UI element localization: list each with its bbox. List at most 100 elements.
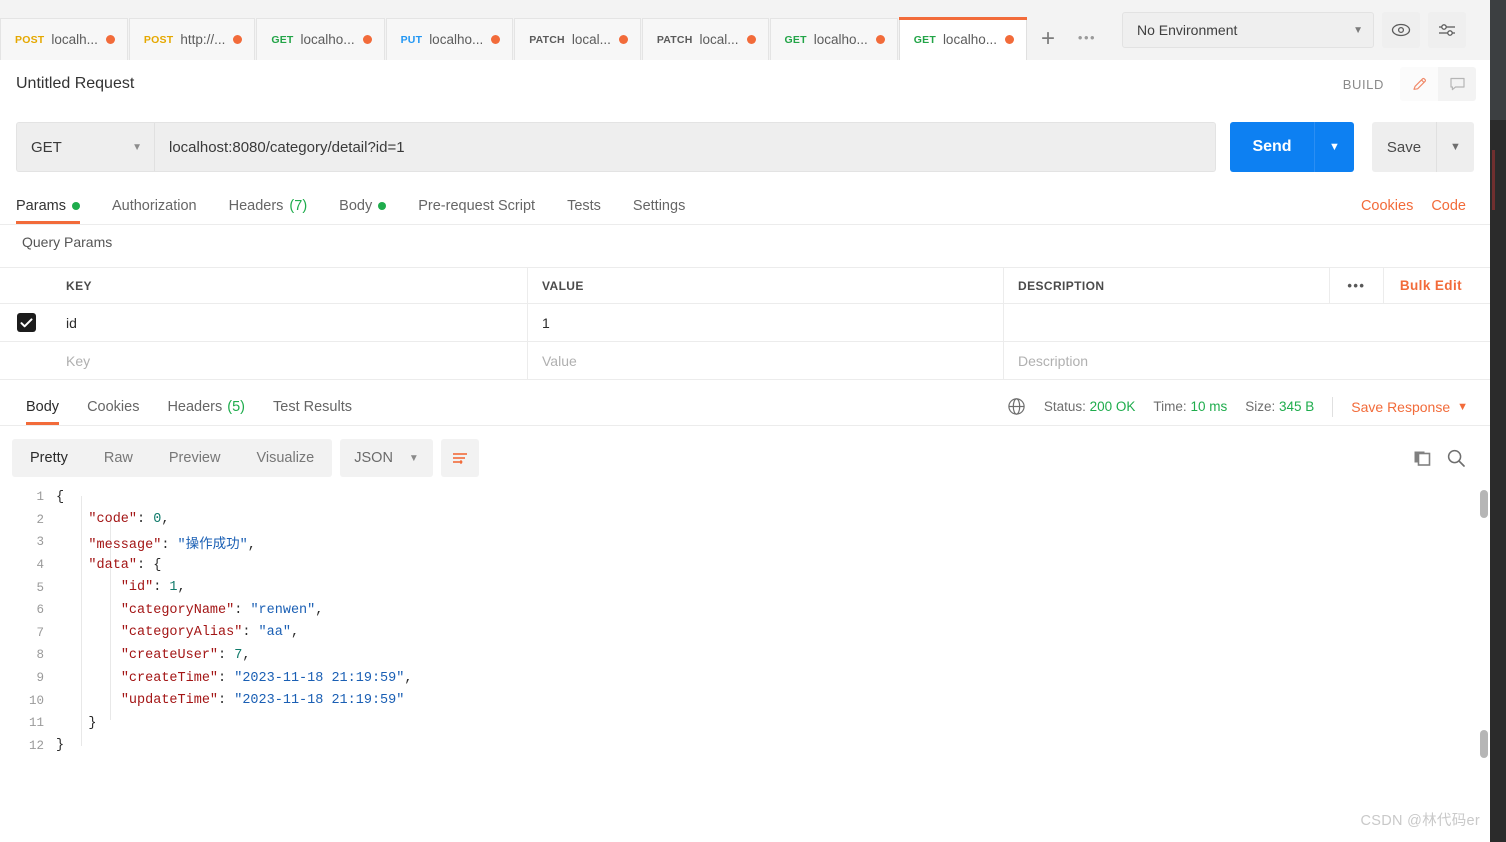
param-description-input[interactable]	[1004, 304, 1490, 341]
request-tab-3[interactable]: PUT localho...	[385, 18, 514, 60]
response-language-select[interactable]: JSON ▼	[340, 439, 433, 477]
save-button[interactable]: Save	[1372, 122, 1436, 172]
code-token: "updateTime"	[120, 693, 219, 709]
request-tab-2[interactable]: GET localho...	[256, 18, 385, 60]
save-options-button[interactable]: ▼	[1436, 122, 1474, 172]
code-line-text: "createUser": 7,	[56, 648, 251, 663]
tab-url-label: http://...	[180, 32, 226, 47]
code-token: ,	[247, 537, 256, 553]
sliders-icon[interactable]	[1428, 12, 1466, 48]
tab-label: Authorization	[111, 198, 197, 214]
code-scrollbar-thumb-top[interactable]	[1480, 490, 1488, 518]
tab-body[interactable]: Body	[323, 188, 402, 224]
code-token: :	[153, 580, 170, 596]
chevron-down-icon: ▼	[1457, 400, 1468, 413]
tab-method-label: POST	[15, 33, 45, 46]
param-value-input[interactable]: 1	[528, 304, 1004, 341]
response-tab-label: Cookies	[87, 398, 140, 415]
params-more-button[interactable]: •••	[1328, 268, 1383, 303]
tab-headers[interactable]: Headers (7)	[213, 188, 324, 224]
tab-unsaved-dot-icon	[875, 35, 885, 44]
eye-icon[interactable]	[1382, 12, 1420, 48]
response-tab-test-results[interactable]: Test Results	[259, 388, 366, 425]
response-format-toolbar: Pretty Raw Preview Visualize JSON ▼	[12, 438, 1490, 478]
globe-icon[interactable]	[1007, 397, 1026, 416]
request-tab-5[interactable]: PATCH local...	[641, 18, 769, 60]
view-mode-preview[interactable]: Preview	[151, 439, 239, 477]
code-token: 1	[169, 580, 178, 596]
code-line-text: "categoryAlias": "aa",	[56, 625, 299, 640]
tab-modified-dot-icon	[378, 202, 387, 210]
request-tab-0[interactable]: POST localh...	[0, 18, 128, 60]
line-number: 5	[36, 580, 44, 595]
new-tab-button[interactable]: +	[1028, 18, 1068, 60]
tab-unsaved-dot-icon	[233, 35, 243, 44]
request-tab-1[interactable]: POST http://...	[128, 18, 256, 60]
code-token: }	[56, 715, 97, 731]
response-tab-bar: Body Cookies Headers (5) Test Results Status…	[0, 388, 1490, 426]
response-tab-body[interactable]: Body	[12, 388, 73, 425]
code-line: 7 "categoryAlias": "aa",	[0, 622, 1490, 645]
copy-icon[interactable]	[1412, 448, 1432, 468]
view-mode-visualize[interactable]: Visualize	[238, 439, 332, 477]
tab-label: Body	[339, 198, 373, 214]
code-line-text: "categoryName": "renwen",	[56, 602, 324, 618]
new-param-value-input[interactable]: Value	[528, 342, 1004, 379]
bulk-edit-button[interactable]: Bulk Edit	[1382, 268, 1480, 303]
send-options-button[interactable]: ▼	[1314, 122, 1354, 172]
url-bar: GET ▼ localhost:8080/category/detail?id=…	[16, 120, 1474, 174]
comment-icon[interactable]	[1438, 67, 1476, 101]
code-link[interactable]: Code	[1431, 198, 1466, 214]
code-line-text: "code": 0,	[56, 512, 169, 527]
row-checkbox[interactable]	[16, 313, 36, 332]
tab-url-label: local...	[571, 32, 611, 47]
word-wrap-icon[interactable]	[440, 439, 479, 477]
view-mode-raw[interactable]: Raw	[86, 439, 151, 477]
param-key-input[interactable]: id	[52, 304, 528, 341]
response-language-value: JSON	[354, 450, 393, 466]
tab-unsaved-dot-icon	[491, 35, 501, 44]
tab-unsaved-dot-icon	[618, 35, 628, 44]
response-tab-headers[interactable]: Headers (5)	[153, 388, 259, 425]
cookies-link[interactable]: Cookies	[1361, 198, 1413, 214]
request-tab-7[interactable]: GET localho...	[898, 17, 1028, 60]
more-tabs-button[interactable]: •••	[1068, 18, 1106, 60]
pencil-icon[interactable]	[1400, 67, 1438, 101]
code-line: 4 "data": {	[0, 554, 1490, 577]
request-tab-4[interactable]: PATCH local...	[514, 18, 641, 60]
http-method-select[interactable]: GET ▼	[16, 122, 154, 172]
tab-tests[interactable]: Tests	[551, 188, 617, 224]
code-line: 6 "categoryName": "renwen",	[0, 599, 1490, 622]
new-param-key-input[interactable]: Key	[52, 342, 528, 379]
tab-method-label: GET	[784, 33, 807, 46]
response-tab-label: Body	[26, 398, 60, 415]
response-body-code[interactable]: 1{2 "code": 0, 3 "message": "操作成功", 4 "dat…	[0, 486, 1490, 776]
response-tab-cookies[interactable]: Cookies	[73, 388, 153, 425]
code-token: :	[234, 602, 251, 618]
chevron-down-icon: ▼	[132, 141, 142, 153]
environment-select[interactable]: No Environment ▼	[1122, 12, 1374, 48]
line-number: 10	[28, 693, 44, 708]
request-tab-6[interactable]: GET localho...	[769, 18, 898, 60]
url-input[interactable]: localhost:8080/category/detail?id=1	[154, 122, 1216, 172]
tab-label: Settings	[632, 198, 686, 214]
new-param-description-input[interactable]: Description	[1004, 342, 1490, 379]
tab-label: Pre-request Script	[418, 198, 536, 214]
search-icon[interactable]	[1446, 448, 1466, 468]
code-token: "code"	[88, 512, 138, 528]
view-mode-pretty[interactable]: Pretty	[12, 439, 86, 477]
tab-label: Params	[16, 198, 66, 214]
code-line: 9 "createTime": "2023-11-18 21:19:59",	[0, 667, 1490, 690]
tab-authorization[interactable]: Authorization	[96, 188, 213, 224]
code-scrollbar-thumb-bottom[interactable]	[1480, 730, 1488, 758]
send-button[interactable]: Send	[1230, 122, 1314, 172]
tab-params[interactable]: Params	[16, 188, 96, 224]
save-response-button[interactable]: Save Response ▼	[1351, 399, 1468, 415]
tab-settings[interactable]: Settings	[617, 188, 701, 224]
code-line: 11 }	[0, 712, 1490, 735]
tab-pre-request-script[interactable]: Pre-request Script	[402, 188, 551, 224]
status-value: 200 OK	[1089, 399, 1136, 414]
code-token: "操作成功"	[177, 537, 248, 553]
